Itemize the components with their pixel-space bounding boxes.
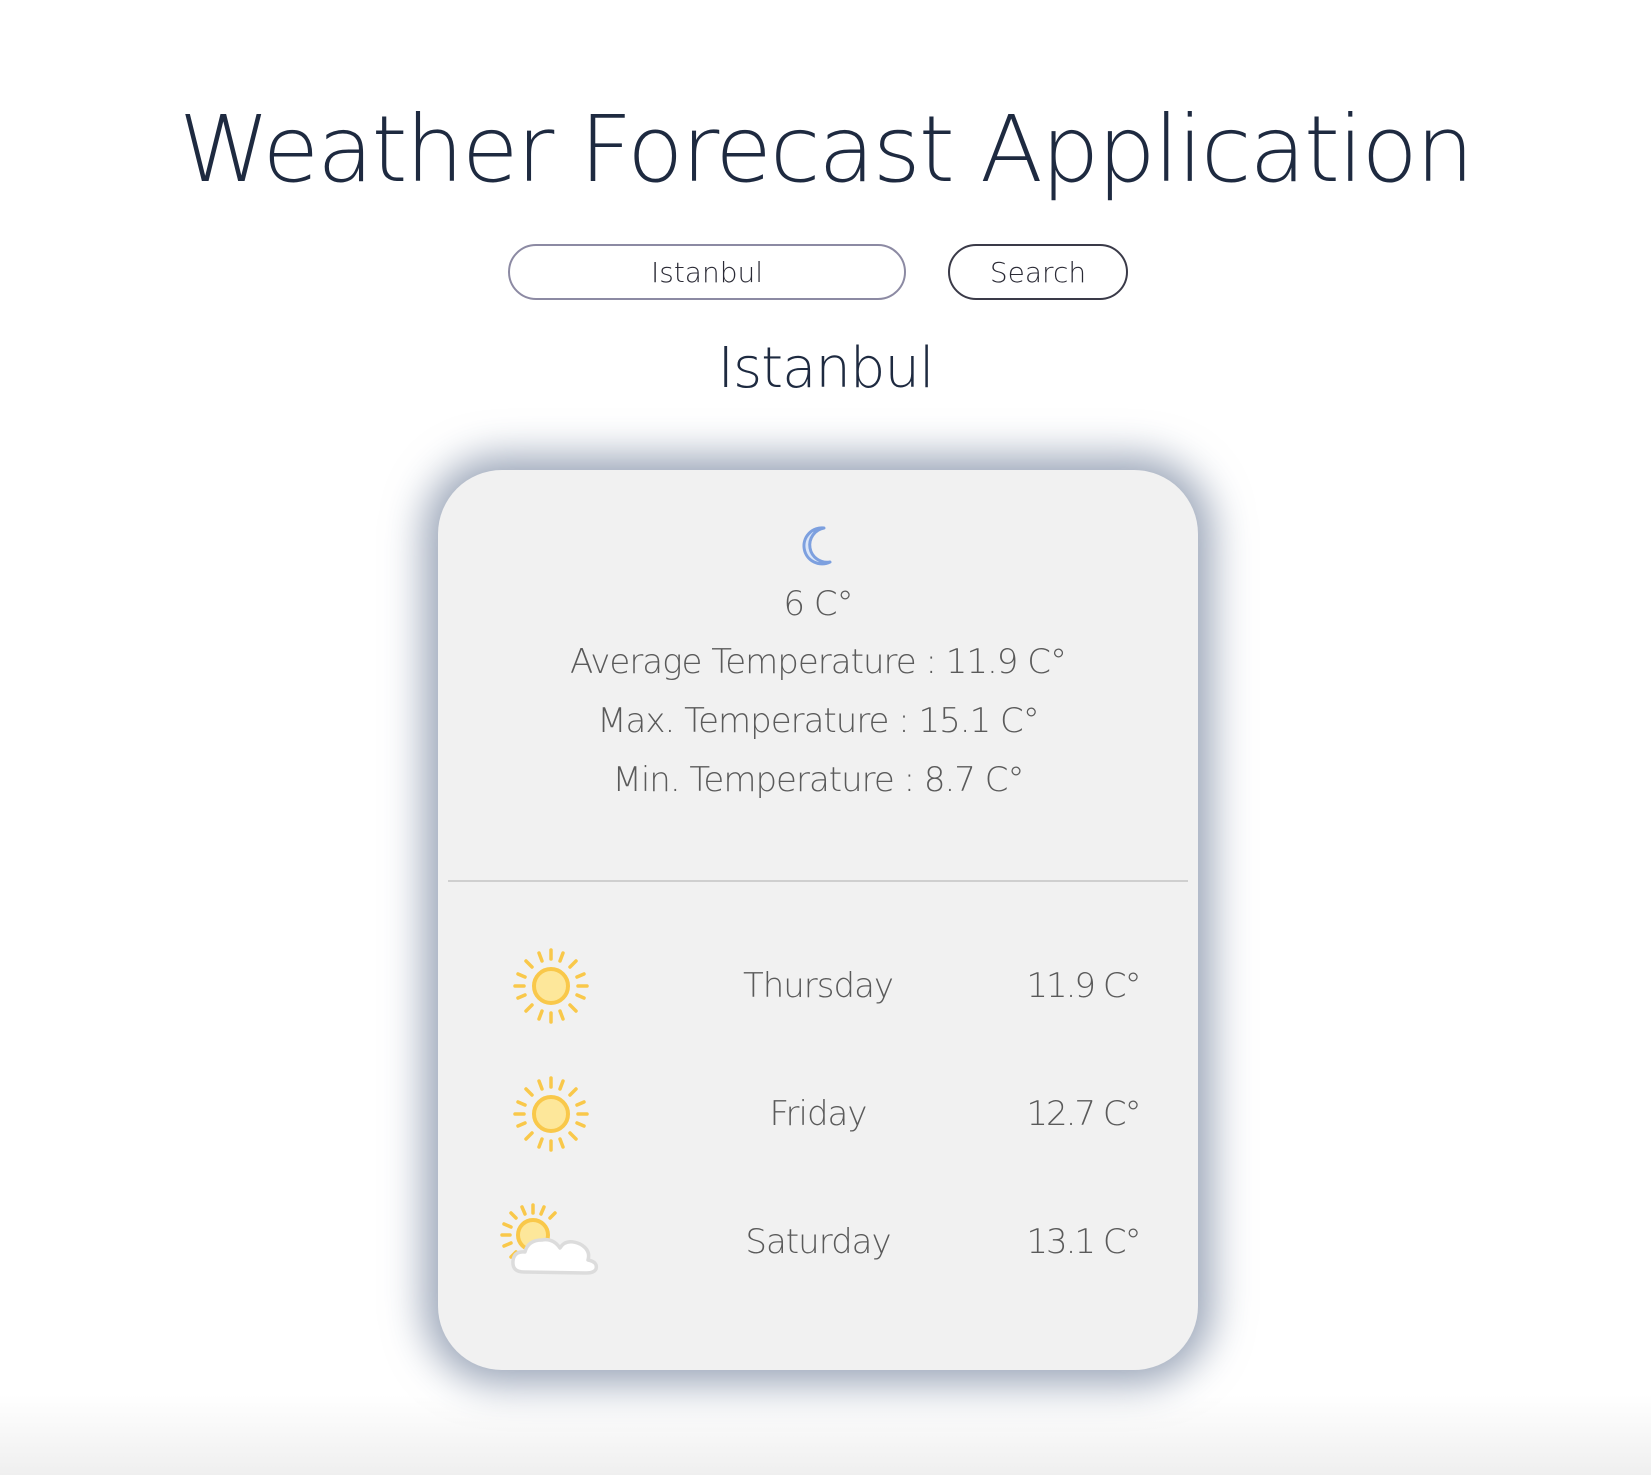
forecast-temperature: 11.9 C° xyxy=(1026,966,1141,1006)
forecast-day: Saturday xyxy=(745,1222,891,1262)
search-button[interactable]: Search xyxy=(948,244,1128,300)
city-name: Istanbul xyxy=(717,336,934,401)
sun-icon xyxy=(513,948,589,1024)
forecast-temperature: 13.1 C° xyxy=(1026,1222,1141,1262)
weather-card: 6 C° Average Temperature : 11.9 C° Max. … xyxy=(438,470,1198,1370)
average-temperature: Average Temperature : 11.9 C° xyxy=(570,642,1067,682)
forecast-row: Saturday 13.1 C° xyxy=(438,1192,1198,1292)
forecast-temperature: 12.7 C° xyxy=(1026,1094,1141,1134)
city-search-input[interactable] xyxy=(508,244,906,300)
app-title: Weather Forecast Application xyxy=(178,96,1474,203)
moon-icon xyxy=(802,526,832,566)
current-temperature: 6 C° xyxy=(783,584,853,624)
partly-cloudy-icon xyxy=(500,1203,599,1275)
forecast-day: Thursday xyxy=(742,966,894,1006)
forecast-row: Friday 12.7 C° xyxy=(438,1064,1198,1164)
sun-icon xyxy=(513,1076,589,1152)
card-divider xyxy=(448,880,1188,882)
min-temperature: Min. Temperature : 8.7 C° xyxy=(612,760,1024,800)
forecast-row: Thursday 11.9 C° xyxy=(438,936,1198,1036)
max-temperature: Max. Temperature : 15.1 C° xyxy=(597,701,1040,741)
weather-app-page: Weather Forecast Application Search Ista… xyxy=(0,0,1651,1475)
forecast-day: Friday xyxy=(769,1094,867,1134)
